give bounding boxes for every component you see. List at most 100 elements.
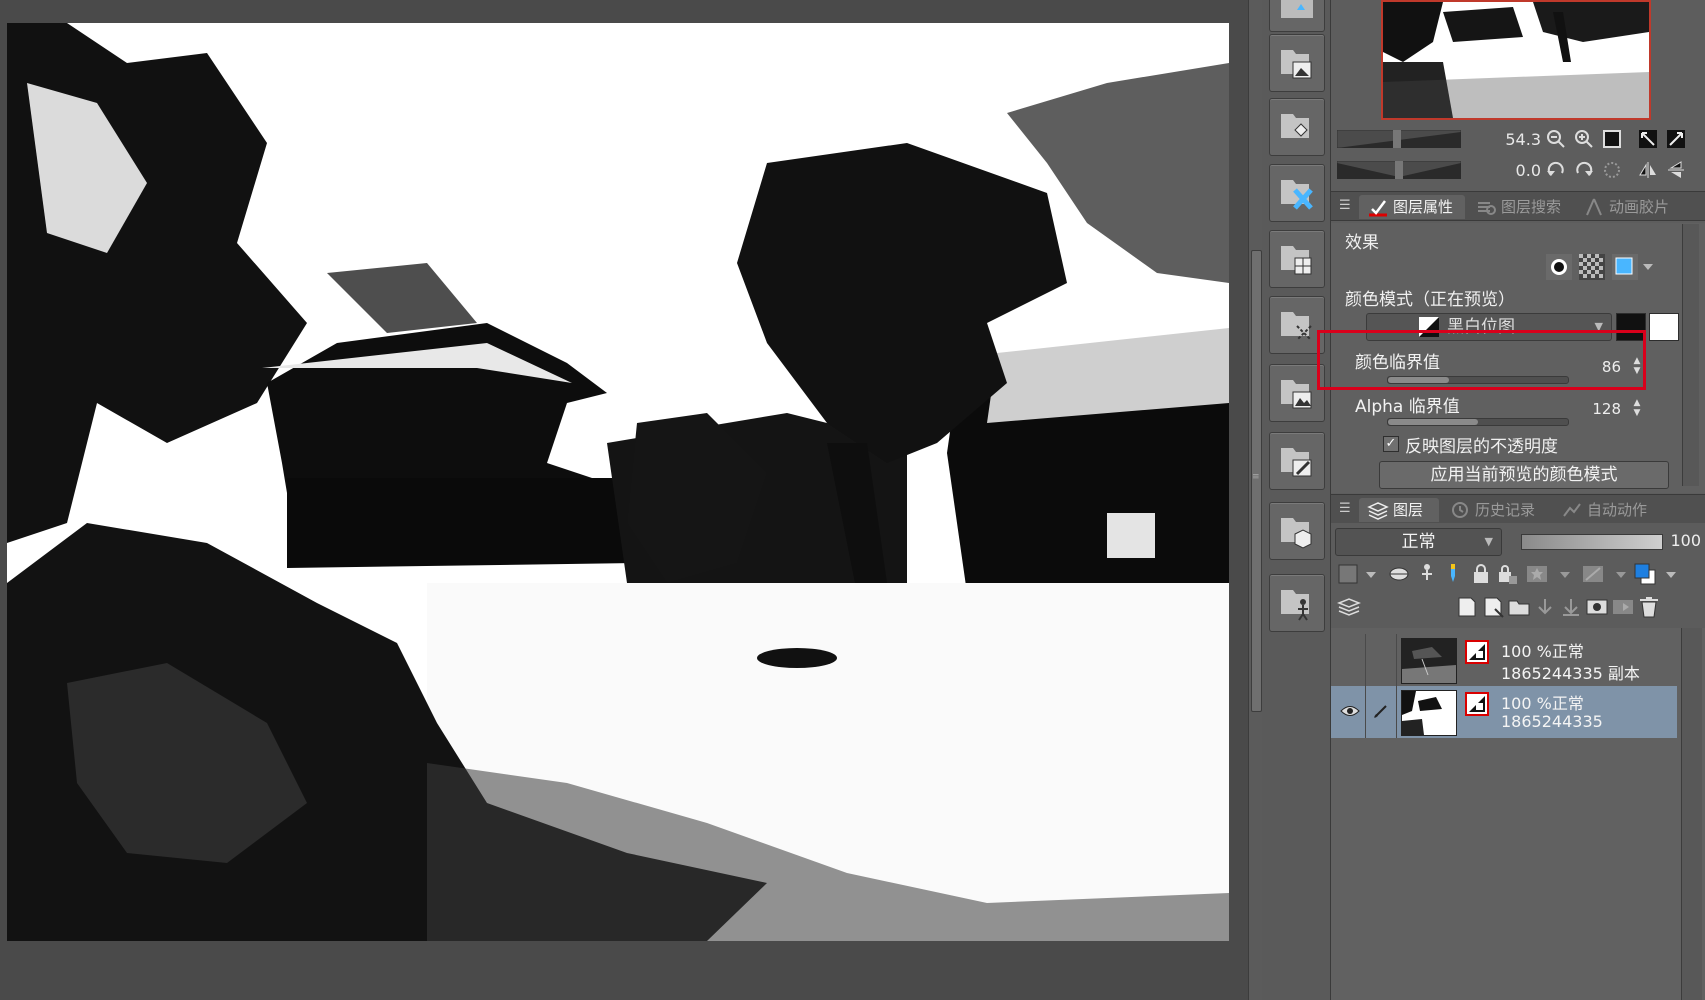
chevron-down-icon[interactable]	[1359, 562, 1376, 586]
layer-row[interactable]: 100 %正常 1865244335 副本	[1331, 634, 1677, 686]
tab-layer-properties[interactable]: 图层属性	[1359, 195, 1465, 219]
navigator-preview[interactable]	[1381, 0, 1651, 120]
opacity-value: 100	[1670, 531, 1701, 550]
layer-visibility-toggle[interactable]	[1335, 686, 1366, 738]
lock-transparent-icon[interactable]	[1495, 562, 1519, 586]
folder-move-icon	[1281, 114, 1309, 138]
layer-list: 100 %正常 1865244335 副本 100 %正常 1865244335	[1331, 628, 1705, 1000]
apply-color-mode-button[interactable]: 应用当前预览的颜色模式	[1379, 461, 1669, 489]
fit-width-icon[interactable]	[1637, 128, 1659, 150]
fit-view-icon[interactable]	[1601, 128, 1623, 150]
layer-name: 1865244335	[1501, 712, 1603, 731]
layer-color-icon[interactable]	[1633, 562, 1657, 586]
tab-layers[interactable]: 图层	[1359, 498, 1439, 522]
zoom-slider[interactable]	[1337, 130, 1461, 148]
grip-icon: ≡	[1252, 472, 1260, 482]
layer-edit-target[interactable]	[1366, 686, 1397, 738]
tab-label: 图层搜索	[1501, 198, 1562, 216]
ruler-icon[interactable]	[1581, 562, 1605, 586]
zoom-in-icon[interactable]	[1573, 128, 1595, 150]
layers-scrollbar[interactable]	[1681, 628, 1702, 1000]
flip-horizontal-icon[interactable]	[1637, 159, 1659, 181]
alpha-threshold-spinner[interactable]: ▲ ▼	[1631, 398, 1643, 420]
zoom-row: 54.3	[1331, 124, 1705, 154]
tool-button-10[interactable]	[1269, 574, 1325, 632]
draft-layer-icon[interactable]	[1441, 562, 1465, 586]
folder-star-icon	[1281, 0, 1313, 18]
rotate-left-icon[interactable]	[1545, 159, 1567, 181]
layer-color-swatch-icon[interactable]	[1337, 562, 1361, 586]
layer-tab-bar: ☰ 图层 历史记录 自动动作	[1331, 494, 1705, 524]
blend-mode-select[interactable]: 正常 ▼	[1335, 528, 1502, 556]
new-raster-layer-icon[interactable]	[1455, 595, 1479, 619]
layer-color-icon[interactable]	[1612, 254, 1638, 280]
properties-scrollbar[interactable]	[1682, 224, 1699, 486]
layer-search-icon	[1478, 202, 1496, 215]
create-mask-icon[interactable]	[1585, 595, 1609, 619]
transfer-down-icon[interactable]	[1533, 595, 1557, 619]
canvas-area[interactable]	[0, 0, 1248, 1000]
canvas-image[interactable]	[7, 23, 1229, 941]
tool-column	[1262, 0, 1331, 1000]
lock-icon[interactable]	[1469, 562, 1493, 586]
alpha-threshold-value: 128	[1592, 400, 1621, 418]
monochrome-layer-icon	[1465, 692, 1489, 716]
folder-image-icon	[1281, 50, 1312, 79]
delete-layer-icon[interactable]	[1637, 595, 1661, 619]
border-effect-icon[interactable]	[1546, 254, 1572, 280]
tool-button-4[interactable]	[1269, 164, 1325, 222]
layer-row-selected[interactable]: 100 %正常 1865244335	[1331, 686, 1677, 738]
bw-garden-image	[7, 23, 1229, 941]
chevron-down-icon[interactable]	[1553, 562, 1570, 586]
zoom-out-icon[interactable]	[1545, 128, 1567, 150]
slider-fill	[1388, 419, 1478, 425]
panel-menu-icon[interactable]: ☰	[1339, 198, 1355, 214]
tool-button-3[interactable]	[1269, 98, 1325, 156]
tool-button-1[interactable]	[1269, 0, 1325, 32]
threshold-highlight-box	[1317, 330, 1646, 390]
white-swatch[interactable]	[1649, 313, 1679, 341]
tab-animation-cels[interactable]: 动画胶片	[1575, 195, 1681, 219]
layer-controls: 正常 ▼ 100	[1331, 523, 1705, 628]
tab-label: 动画胶片	[1609, 198, 1670, 216]
tool-button-8[interactable]	[1269, 432, 1325, 490]
tab-history[interactable]: 历史记录	[1441, 498, 1551, 522]
merge-down-icon[interactable]	[1559, 595, 1583, 619]
folder-cube-icon	[1281, 518, 1312, 549]
tab-layer-search[interactable]: 图层搜索	[1467, 195, 1573, 219]
property-tab-bar: ☰ 图层属性 图层搜索 动画胶片	[1331, 191, 1705, 221]
reset-rotation-icon[interactable]	[1601, 159, 1623, 181]
clip-layer-icon[interactable]	[1387, 562, 1411, 586]
layer-list-icon[interactable]	[1336, 595, 1362, 619]
apply-mask-icon[interactable]	[1611, 595, 1635, 619]
reflect-opacity-label: 反映图层的不透明度	[1405, 437, 1558, 457]
mask-icon[interactable]	[1525, 562, 1549, 586]
tool-button-9[interactable]	[1269, 502, 1325, 560]
actual-size-icon[interactable]	[1665, 128, 1687, 150]
tool-button-2[interactable]	[1269, 34, 1325, 92]
layer-opacity-mode: 100 %正常	[1501, 642, 1584, 661]
monochrome-layer-icon	[1465, 640, 1489, 664]
layer-opacity-mode: 100 %正常	[1501, 694, 1584, 713]
tool-button-5[interactable]	[1269, 230, 1325, 288]
opacity-slider[interactable]	[1521, 534, 1663, 550]
layer-edit-target[interactable]	[1366, 634, 1397, 686]
tab-auto-actions[interactable]: 自动动作	[1553, 498, 1663, 522]
rotate-right-icon[interactable]	[1573, 159, 1595, 181]
folder-select-icon	[1281, 312, 1312, 341]
chevron-down-icon[interactable]	[1659, 562, 1676, 586]
flip-vertical-icon[interactable]	[1665, 159, 1687, 181]
new-vector-layer-icon[interactable]	[1481, 595, 1505, 619]
new-folder-icon[interactable]	[1507, 595, 1531, 619]
tab-label: 自动动作	[1587, 501, 1648, 519]
layer-visibility-toggle[interactable]	[1335, 634, 1366, 686]
layer-thumbnail	[1401, 690, 1457, 736]
rotation-slider[interactable]	[1337, 161, 1461, 179]
chevron-down-icon[interactable]	[1609, 562, 1626, 586]
reflect-opacity-checkbox[interactable]: ✓	[1383, 436, 1399, 452]
panel-menu-icon[interactable]: ☰	[1339, 501, 1355, 517]
reference-layer-icon[interactable]	[1415, 562, 1439, 586]
chevron-down-icon[interactable]	[1640, 254, 1656, 280]
tone-effect-icon[interactable]	[1579, 254, 1605, 280]
alpha-threshold-slider[interactable]	[1387, 418, 1569, 426]
